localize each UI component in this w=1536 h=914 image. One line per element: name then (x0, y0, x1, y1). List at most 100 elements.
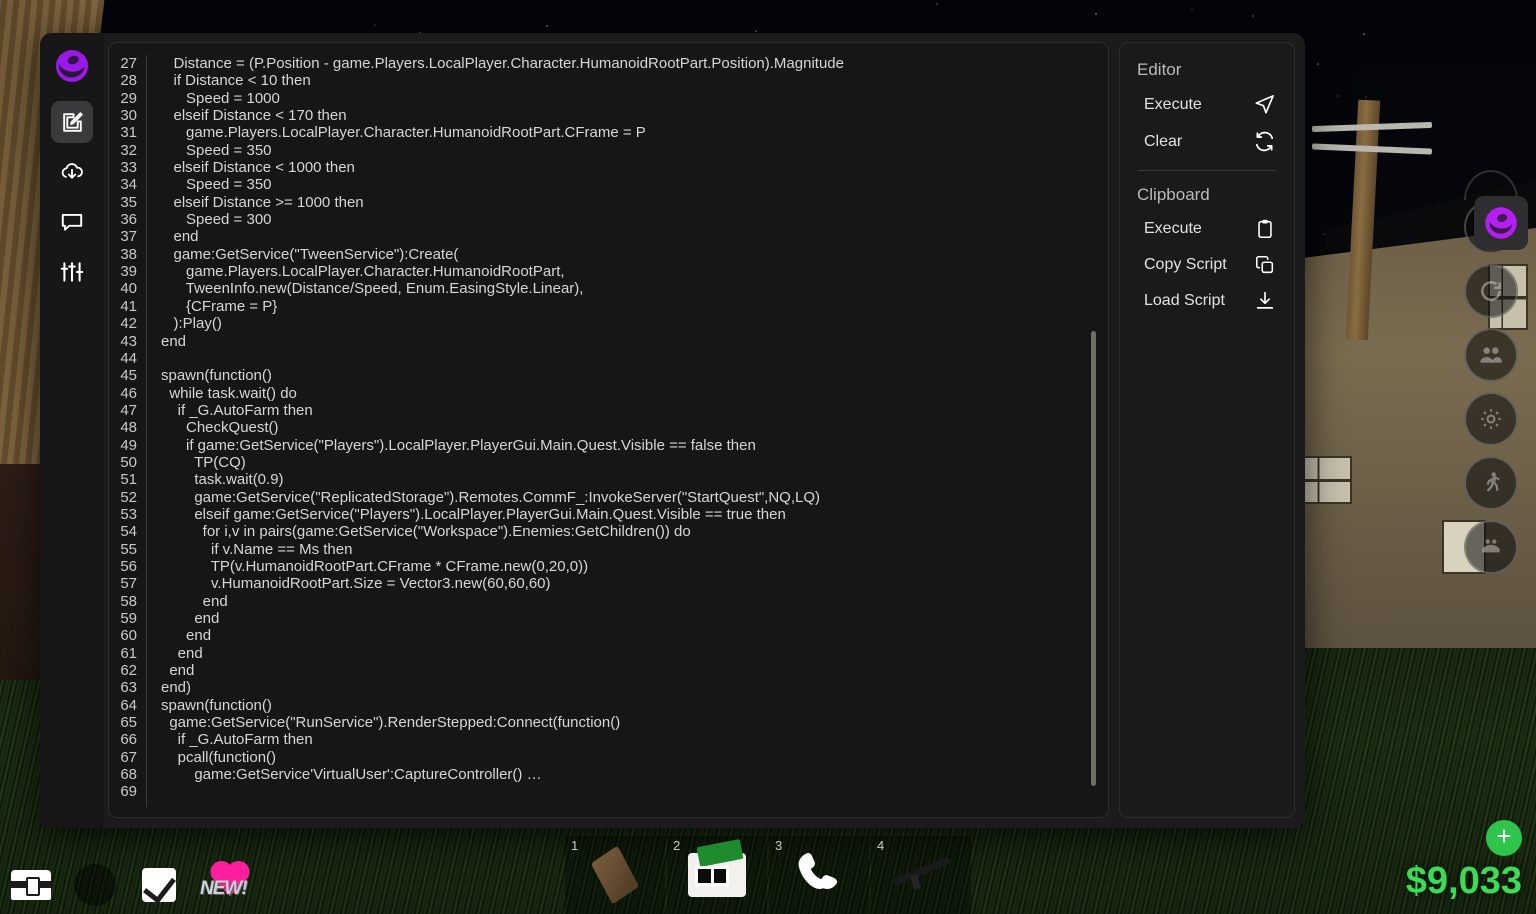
code-line: CheckQuest() (161, 419, 279, 437)
hotbar-slot-2[interactable]: 2 (667, 836, 767, 914)
line-number: 63 (120, 679, 137, 697)
clipboard-icon (1258, 219, 1272, 239)
running-person-icon (1486, 472, 1500, 492)
editor-pane: 27 28 29 30 31 32 33 34 35 36 37 38 39 40 41 42 43 44 45 46… (104, 33, 1119, 828)
star (374, 23, 377, 26)
executor-logo-icon (55, 49, 89, 83)
line-number: 27 (120, 55, 137, 72)
hotbar-slot-4[interactable]: 4 (871, 836, 971, 914)
code-line: if Distance < 10 then (161, 72, 311, 90)
chat-bubble-icon (61, 213, 83, 231)
chest-button[interactable] (6, 860, 56, 910)
code-line: Distance = (P.Position - game.Players.Lo… (161, 55, 844, 72)
hotbar-slot-1[interactable]: 1 (565, 836, 665, 914)
add-money-button[interactable]: + (1486, 820, 1522, 856)
code-line: for i,v in pairs(game:GetService("Worksp… (161, 523, 691, 541)
sidebar-item-chat[interactable] (51, 201, 93, 243)
code-line: elseif Distance >= 1000 then (161, 193, 364, 211)
executor-toggle-button[interactable] (1474, 196, 1528, 250)
people-icon (1480, 347, 1502, 363)
line-number: 38 (120, 245, 137, 263)
friends-button[interactable] (1464, 328, 1518, 382)
hotbar-slot-number: 1 (571, 838, 579, 853)
code-line: game:GetService("TweenService"):Create( (161, 245, 459, 263)
editor-execute-button[interactable]: Execute (1134, 86, 1280, 123)
line-number: 67 (120, 748, 137, 766)
sidebar-item-download[interactable] (51, 151, 93, 193)
editor-clear-button[interactable]: Clear (1134, 123, 1280, 160)
hotbar-slot-number: 3 (775, 838, 783, 853)
line-number: 33 (120, 159, 137, 177)
line-number: 37 (120, 228, 137, 246)
load-script-button[interactable]: Load Script (1134, 283, 1280, 319)
scrollbar-thumb[interactable] (1091, 331, 1096, 786)
code-line: ):Play() (161, 315, 222, 333)
star (545, 24, 548, 27)
code-line: end (161, 228, 199, 246)
line-number: 46 (120, 384, 137, 402)
quests-button[interactable] (134, 860, 184, 910)
code-line: end (161, 332, 187, 350)
code-line: game:GetService("RunService").RenderStep… (161, 714, 621, 732)
line-number: 48 (120, 419, 137, 437)
line-number: 55 (120, 540, 137, 558)
new-feature-button[interactable]: NEW! (198, 860, 264, 910)
settings-button[interactable] (1464, 392, 1518, 446)
checkbox-icon (142, 868, 176, 902)
dark-circle-button[interactable] (70, 860, 120, 910)
game-hud-bottom: NEW! 1 2 3 4 + $9,033 (0, 820, 1536, 914)
line-number: 65 (120, 714, 137, 732)
code-editor[interactable]: 27 28 29 30 31 32 33 34 35 36 37 38 39 40 41 42 43 44 45 46… (108, 42, 1109, 818)
item-hotbar: 1 2 3 4 (565, 836, 971, 914)
chest-icon (10, 870, 52, 900)
hotbar-slot-3[interactable]: 3 (769, 836, 869, 914)
log-item-icon (590, 845, 640, 905)
code-line: game.Players.LocalPlayer.Character.Human… (161, 124, 646, 142)
star (1252, 14, 1255, 17)
line-number: 29 (120, 89, 137, 107)
line-number: 60 (120, 627, 137, 645)
editor-scrollbar[interactable] (1091, 331, 1096, 786)
star (1095, 12, 1098, 15)
new-badge-label: NEW! (200, 878, 248, 899)
rifle-stock (931, 857, 951, 871)
code-text[interactable]: Distance = (P.Position - game.Players.Lo… (147, 55, 1108, 807)
control-panel: Editor Execute Clear Clipboard Execute C… (1119, 33, 1305, 828)
code-line: Speed = 350 (161, 141, 272, 159)
line-number: 49 (120, 436, 137, 454)
rifle-item-icon (888, 857, 954, 892)
refresh-button[interactable] (1464, 264, 1518, 318)
sidebar-item-settings[interactable] (51, 251, 93, 293)
star (1363, 32, 1366, 35)
code-line: {CFrame = P} (161, 297, 278, 315)
line-number: 30 (120, 107, 137, 125)
line-number: 66 (120, 731, 137, 749)
download-icon (1256, 291, 1274, 309)
line-number: 68 (120, 766, 137, 784)
copy-script-button[interactable]: Copy Script (1134, 247, 1280, 283)
clipboard-execute-button[interactable]: Execute (1134, 211, 1280, 247)
edit-square-icon (62, 111, 83, 132)
building-window (1300, 456, 1352, 504)
line-number: 56 (120, 557, 137, 575)
hotbar-slot-number: 4 (877, 838, 885, 853)
code-line: game:GetService("ReplicatedStorage").Rem… (161, 488, 821, 506)
code-line: elseif game:GetService("Players").LocalP… (161, 505, 786, 523)
code-scroll-area[interactable]: 27 28 29 30 31 32 33 34 35 36 37 38 39 40 41 42 43 44 45 46… (109, 43, 1108, 817)
load-script-label: Load Script (1144, 292, 1225, 309)
code-line: game:GetService'VirtualUser':CaptureCont… (161, 766, 542, 784)
line-number: 36 (120, 211, 137, 229)
code-line: if game:GetService("Players").LocalPlaye… (161, 436, 756, 454)
emote-button[interactable] (1464, 520, 1518, 574)
line-number: 50 (120, 453, 137, 471)
code-line: end (161, 644, 203, 662)
sliders-icon (60, 262, 84, 282)
rifle-magazine (910, 874, 921, 890)
script-executor-window: 27 28 29 30 31 32 33 34 35 36 37 38 39 40 41 42 43 44 45 46… (40, 33, 1305, 828)
sprint-button[interactable] (1464, 456, 1518, 510)
code-line: v.HumanoidRootPart.Size = Vector3.new(60… (161, 575, 551, 593)
sidebar-item-editor[interactable] (51, 101, 93, 143)
code-line: if v.Name == Ms then (161, 540, 353, 558)
